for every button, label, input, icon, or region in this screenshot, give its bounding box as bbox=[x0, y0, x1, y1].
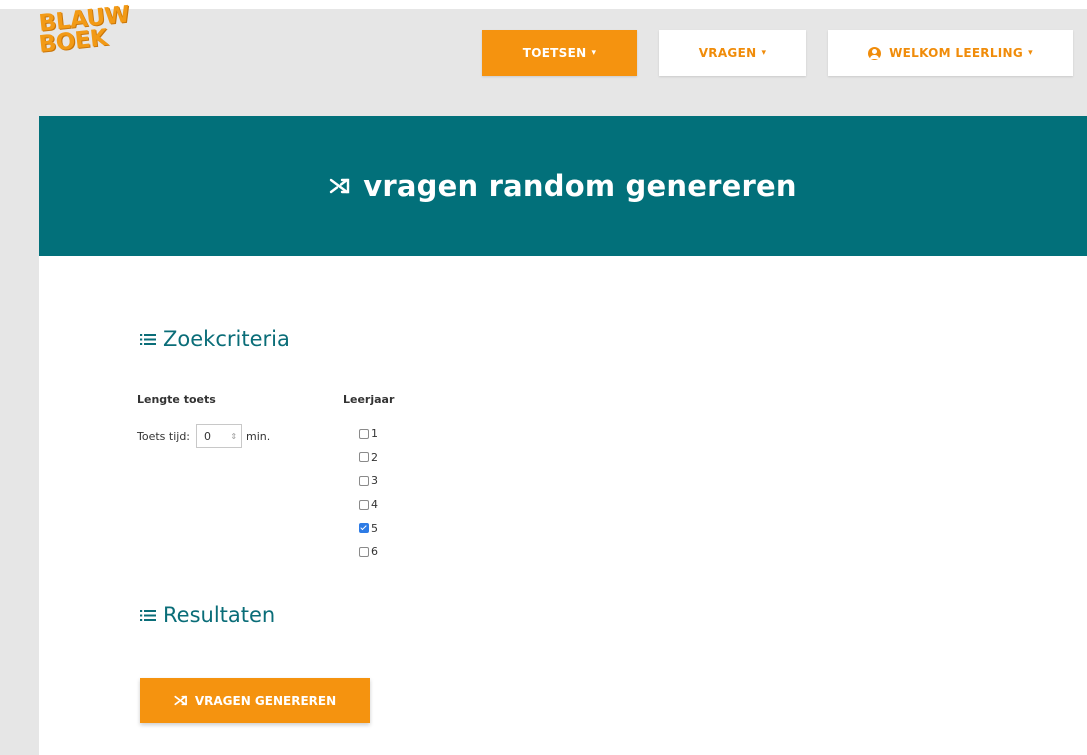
list-icon bbox=[140, 333, 156, 345]
checkbox[interactable] bbox=[359, 428, 369, 439]
checkbox[interactable] bbox=[359, 546, 369, 557]
leerjaar-label: Leerjaar bbox=[343, 393, 395, 406]
toets-tijd-value: 0 bbox=[204, 429, 212, 443]
toets-tijd-unit: min. bbox=[246, 429, 271, 443]
user-menu-label: WELKOM LEERLING bbox=[889, 46, 1024, 60]
leerjaar-option-label: 5 bbox=[371, 521, 378, 535]
leerjaar-option-label: 6 bbox=[371, 545, 378, 559]
checkbox[interactable] bbox=[359, 452, 369, 463]
lengte-toets-label: Lengte toets bbox=[137, 393, 216, 406]
toets-tijd-label: Toets tijd: bbox=[137, 429, 191, 443]
user-menu-button[interactable]: WELKOM LEERLING ▾ bbox=[828, 30, 1073, 76]
leerjaar-option-label: 4 bbox=[371, 498, 378, 512]
caret-down-icon: ▾ bbox=[761, 48, 767, 58]
page-header-banner: vragen random genereren bbox=[39, 116, 1087, 256]
leerjaar-checkbox-list: 1 2 3 4 5 6 bbox=[359, 422, 378, 564]
nav-toetsen-label: TOETSEN bbox=[522, 46, 587, 60]
list-icon bbox=[140, 609, 156, 621]
leerjaar-option-6[interactable]: 6 bbox=[359, 540, 378, 564]
checkbox-checked[interactable] bbox=[359, 523, 369, 534]
page-title-wrap: vragen random genereren bbox=[329, 169, 796, 203]
section-heading-resultaten: Resultaten bbox=[140, 603, 275, 627]
caret-down-icon: ▾ bbox=[1028, 48, 1033, 58]
logo-line-2: BOEK bbox=[37, 24, 109, 58]
shuffle-icon bbox=[330, 178, 350, 194]
main-content: Zoekcriteria Lengte toets Leerjaar Toets… bbox=[39, 256, 1087, 755]
nav-vragen-button[interactable]: VRAGEN ▾ bbox=[659, 30, 806, 76]
vragen-genereren-button[interactable]: VRAGEN GENEREREN bbox=[140, 678, 370, 723]
section-heading-zoekcriteria: Zoekcriteria bbox=[140, 327, 290, 351]
resultaten-title: Resultaten bbox=[163, 603, 276, 627]
toets-tijd-row: Toets tijd: 0 ⇕ min. bbox=[137, 424, 270, 448]
logo[interactable]: BLAUW BOEK bbox=[37, 2, 131, 58]
vragen-genereren-label: VRAGEN GENEREREN bbox=[194, 693, 337, 708]
spinner-icon[interactable]: ⇕ bbox=[230, 432, 237, 441]
leerjaar-option-1[interactable]: 1 bbox=[359, 422, 378, 446]
nav-vragen-label: VRAGEN bbox=[698, 46, 757, 60]
leerjaar-option-label: 3 bbox=[371, 474, 378, 488]
caret-down-icon: ▾ bbox=[591, 48, 597, 58]
leerjaar-option-label: 1 bbox=[371, 427, 378, 441]
leerjaar-option-label: 2 bbox=[371, 450, 378, 464]
leerjaar-option-3[interactable]: 3 bbox=[359, 469, 378, 493]
leerjaar-option-4[interactable]: 4 bbox=[359, 493, 378, 517]
checkbox[interactable] bbox=[359, 475, 369, 486]
shuffle-icon bbox=[174, 695, 187, 706]
user-icon bbox=[868, 46, 882, 60]
top-strip bbox=[0, 0, 1087, 9]
leerjaar-option-2[interactable]: 2 bbox=[359, 446, 378, 470]
checkbox[interactable] bbox=[359, 499, 369, 510]
toets-tijd-input[interactable]: 0 ⇕ bbox=[196, 424, 243, 448]
page-title: vragen random genereren bbox=[363, 169, 797, 203]
zoekcriteria-title: Zoekcriteria bbox=[163, 327, 290, 351]
nav-toetsen-button[interactable]: TOETSEN ▾ bbox=[482, 30, 637, 76]
leerjaar-option-5[interactable]: 5 bbox=[359, 516, 378, 540]
